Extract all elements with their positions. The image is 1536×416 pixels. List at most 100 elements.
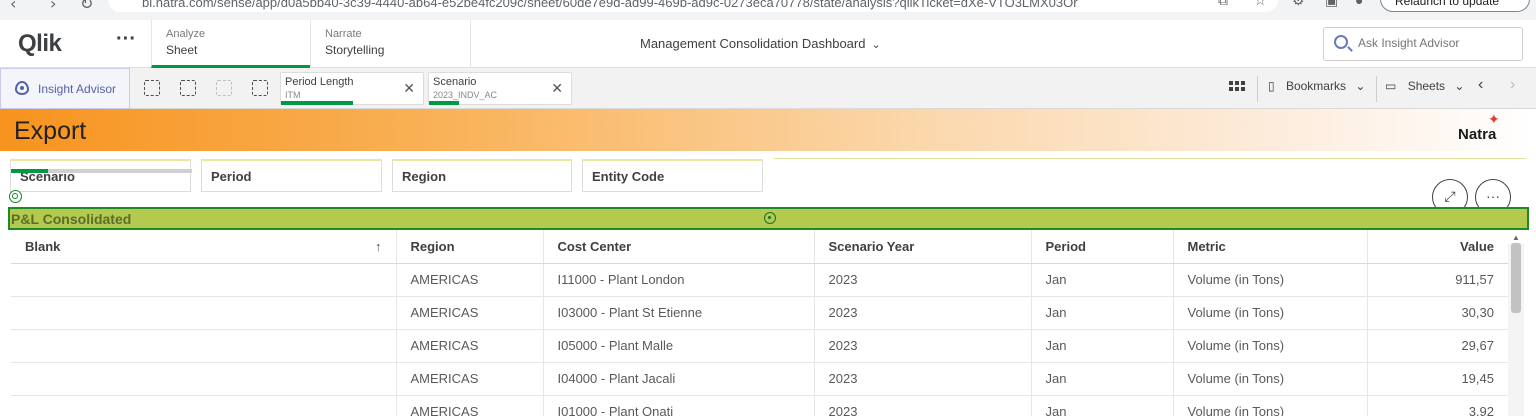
cell-period[interactable]: Jan <box>1031 329 1174 363</box>
cell-cost-center[interactable]: I11000 - Plant London <box>543 263 815 297</box>
cell-period[interactable]: Jan <box>1031 296 1174 330</box>
cell-region[interactable]: AMERICAS <box>396 329 544 363</box>
step-back-icon[interactable] <box>180 80 196 96</box>
cell-period[interactable]: Jan <box>1031 263 1174 297</box>
cell-blank[interactable] <box>11 296 397 330</box>
table-scrollbar-thumb[interactable] <box>1511 243 1521 313</box>
column-header-region[interactable]: Region <box>396 230 544 264</box>
filter-period[interactable]: Period <box>201 159 382 192</box>
column-header-cost-center[interactable]: Cost Center <box>543 230 815 264</box>
cell-region[interactable]: AMERICAS <box>396 296 544 330</box>
column-header-scenario-year[interactable]: Scenario Year <box>814 230 1032 264</box>
cell-cost-center[interactable]: I04000 - Plant Jacali <box>543 362 815 396</box>
qlik-logo[interactable]: Qlik <box>18 30 62 58</box>
relaunch-label: Relaunch to update <box>1395 0 1500 8</box>
filter-scenario[interactable]: Scenario <box>10 159 192 192</box>
ask-insight-advisor-input[interactable] <box>1358 36 1516 50</box>
cell-cost-center[interactable]: I03000 - Plant St Etienne <box>543 296 815 330</box>
cell-period[interactable]: Jan <box>1031 362 1174 396</box>
scroll-up-icon[interactable]: ▲ <box>1512 233 1520 242</box>
cell-cost-center[interactable]: I01000 - Plant Onati <box>543 395 815 416</box>
cell-region[interactable]: AMERICAS <box>396 395 544 416</box>
cell-blank[interactable] <box>11 263 397 297</box>
step-forward-icon[interactable] <box>216 80 232 96</box>
forward-icon[interactable]: › <box>50 0 56 13</box>
tab-narrate-storytelling[interactable]: Narrate Storytelling <box>310 20 470 68</box>
section-title: P&L Consolidated <box>11 211 132 227</box>
sidepanel-icon[interactable]: ▣ <box>1325 0 1338 9</box>
tab-analyze-sheet[interactable]: Analyze Sheet <box>151 20 310 68</box>
cell-blank[interactable] <box>11 329 397 363</box>
relaunch-button[interactable]: Relaunch to update <box>1380 0 1530 12</box>
smart-search-icon[interactable] <box>144 80 160 96</box>
chip-progress-bar <box>429 101 459 105</box>
share-icon[interactable]: ⧉ <box>1218 0 1228 9</box>
bookmark-star-icon[interactable]: ☆ <box>1254 0 1267 9</box>
cell-scenario-year[interactable]: 2023 <box>814 362 1032 396</box>
filter-entity-code[interactable]: Entity Code <box>582 159 763 192</box>
bookmarks-label: Bookmarks <box>1285 79 1346 93</box>
cell-cost-center[interactable]: I05000 - Plant Malle <box>543 329 815 363</box>
table-header-row: Blank ↑ Region Cost Center Scenario Year … <box>11 230 1508 264</box>
cell-scenario-year[interactable]: 2023 <box>814 296 1032 330</box>
selection-chip-period-length[interactable]: Period Length ITM ✕ <box>280 72 424 105</box>
cell-metric[interactable]: Volume (in Tons) <box>1173 362 1368 396</box>
crosshair-icon[interactable] <box>764 212 776 224</box>
sheets-button[interactable]: ▭ Sheets ⌄ <box>1385 79 1464 93</box>
browser-toolbar: ‹ › ↻ bi.natra.com/sense/app/d0a5bb40-3c… <box>0 0 1536 20</box>
insight-advisor-label: Insight Advisor <box>38 82 117 96</box>
bookmarks-button[interactable]: ▯ Bookmarks ⌄ <box>1268 79 1365 93</box>
selection-chip-scenario[interactable]: Scenario 2023_INDV_AC ✕ <box>428 72 572 105</box>
pl-consolidated-header[interactable]: P&L Consolidated <box>8 207 1529 230</box>
cell-metric[interactable]: Volume (in Tons) <box>1173 329 1368 363</box>
filter-region[interactable]: Region <box>392 159 572 192</box>
back-icon[interactable]: ‹ <box>10 0 16 13</box>
cell-metric[interactable]: Volume (in Tons) <box>1173 395 1368 416</box>
selections-grid-icon[interactable] <box>1229 81 1245 95</box>
sort-ascending-icon[interactable]: ↑ <box>375 239 382 254</box>
cell-period[interactable]: Jan <box>1031 395 1174 416</box>
export-banner: Export ✦ Natra <box>0 109 1536 151</box>
cell-blank[interactable] <box>11 395 397 416</box>
search-icon <box>1334 35 1348 49</box>
more-icon[interactable]: ··· <box>116 28 136 51</box>
app-title: Management Consolidation Dashboard <box>640 36 866 51</box>
chip-progress-bar <box>281 101 353 105</box>
previous-sheet-icon[interactable]: ‹ <box>1478 76 1483 94</box>
cell-scenario-year[interactable]: 2023 <box>814 263 1032 297</box>
chip-value: 2023_INDV_AC <box>433 90 498 100</box>
cell-region[interactable]: AMERICAS <box>396 362 544 396</box>
target-icon[interactable] <box>9 190 22 203</box>
reload-icon[interactable]: ↻ <box>80 0 93 13</box>
column-header-blank[interactable]: Blank ↑ <box>11 230 397 264</box>
bookmark-icon: ▯ <box>1268 79 1275 93</box>
column-header-metric[interactable]: Metric <box>1173 230 1368 264</box>
ask-insight-advisor-search[interactable] <box>1323 27 1523 61</box>
qlik-logo-text: Qlik <box>18 30 62 57</box>
filter-progress-bar <box>11 169 48 173</box>
table-row: AMERICAS I03000 - Plant St Etienne 2023 … <box>11 296 1508 330</box>
column-header-period[interactable]: Period <box>1031 230 1174 264</box>
cell-region[interactable]: AMERICAS <box>396 263 544 297</box>
next-sheet-icon[interactable]: › <box>1510 76 1515 94</box>
cell-metric[interactable]: Volume (in Tons) <box>1173 263 1368 297</box>
table-row: AMERICAS I01000 - Plant Onati 2023 Jan V… <box>11 395 1508 416</box>
cell-scenario-year[interactable]: 2023 <box>814 329 1032 363</box>
natra-logo: Natra <box>1458 126 1497 143</box>
table-row: AMERICAS I11000 - Plant London 2023 Jan … <box>11 263 1508 297</box>
close-icon[interactable]: ✕ <box>403 80 415 97</box>
table-row: AMERICAS I04000 - Plant Jacali 2023 Jan … <box>11 362 1508 396</box>
cell-blank[interactable] <box>11 362 397 396</box>
clear-selections-icon[interactable] <box>252 80 268 96</box>
filter-progress-track <box>48 169 192 173</box>
insight-advisor-button[interactable]: Insight Advisor <box>0 68 130 109</box>
cell-scenario-year[interactable]: 2023 <box>814 395 1032 416</box>
close-icon[interactable]: ✕ <box>551 80 563 97</box>
column-header-value[interactable]: Value <box>1367 230 1508 264</box>
cell-metric[interactable]: Volume (in Tons) <box>1173 296 1368 330</box>
extensions-icon[interactable]: ⚙ <box>1292 0 1305 9</box>
url-text[interactable]: bi.natra.com/sense/app/d0a5bb40-3c39-444… <box>142 0 1078 10</box>
app-title-dropdown[interactable]: Management Consolidation Dashboard ⌄ <box>640 36 881 51</box>
profile-icon[interactable]: ● <box>1355 0 1363 8</box>
toolbar-divider <box>1376 76 1377 102</box>
